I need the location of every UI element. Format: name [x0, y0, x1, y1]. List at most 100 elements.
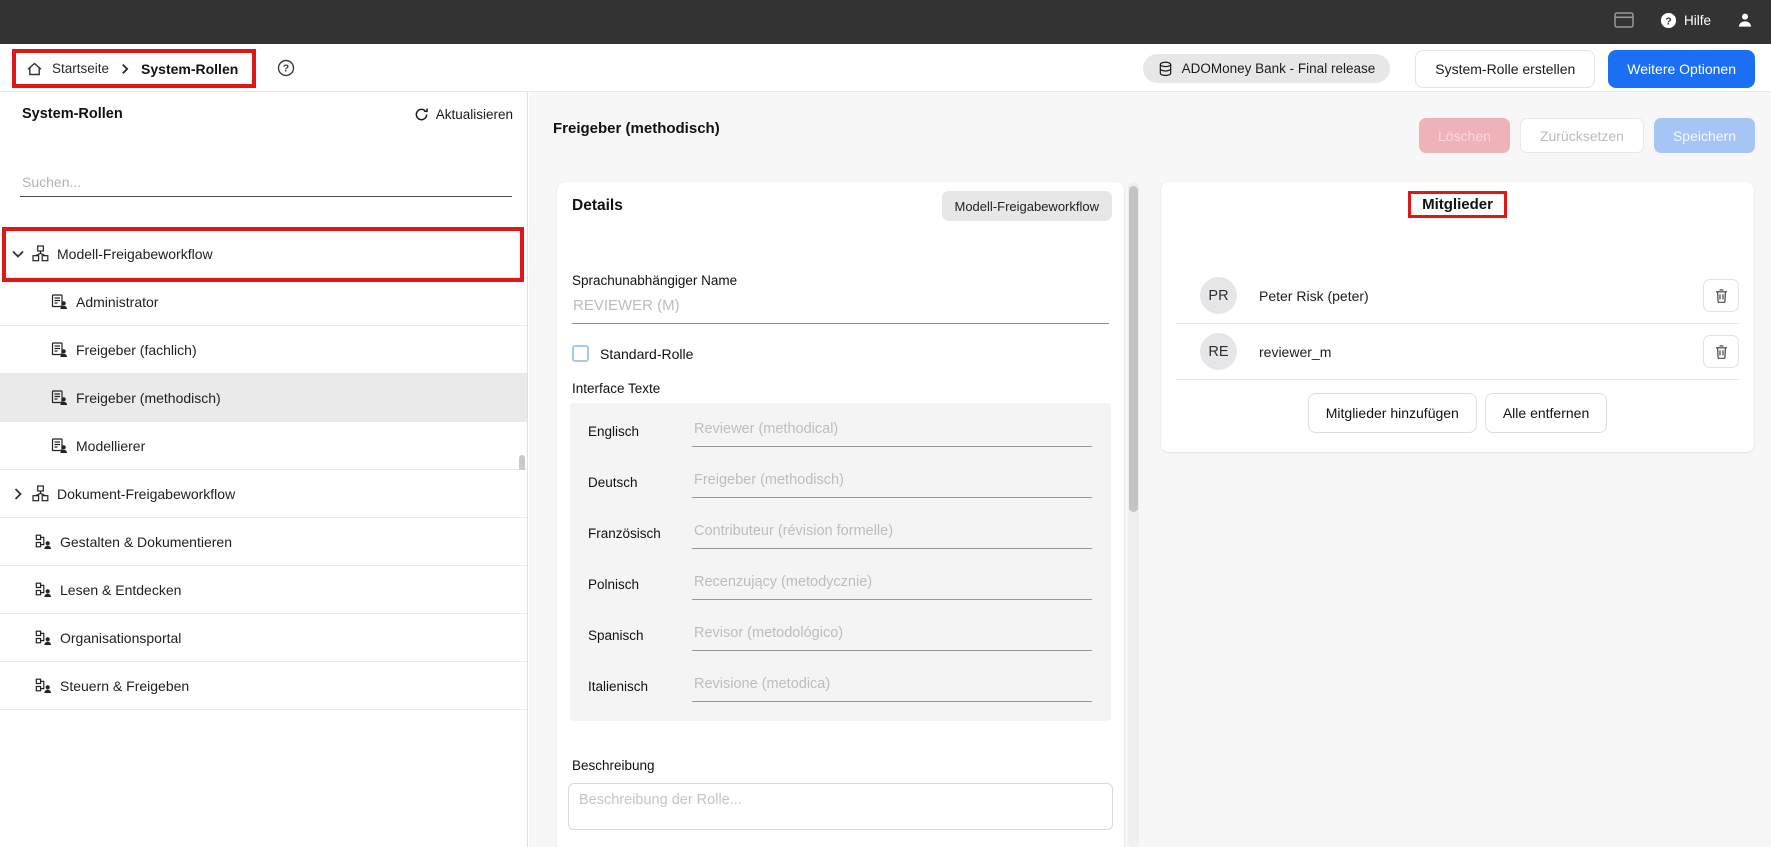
role-icon — [51, 341, 68, 358]
chevron-right-icon[interactable] — [10, 486, 28, 502]
tree-item-label: Modellierer — [76, 437, 146, 454]
topbar: ? Hilfe — [0, 0, 1771, 44]
window-icon[interactable] — [1614, 12, 1634, 28]
standard-role-checkbox[interactable] — [572, 345, 589, 362]
database-icon — [1158, 61, 1173, 77]
org-role-icon — [35, 533, 52, 550]
workflow-chip: Modell-Freigabeworkflow — [941, 191, 1112, 221]
tree-item-freigeber-fachlich[interactable]: Freigeber (fachlich) — [0, 326, 527, 374]
member-name: reviewer_m — [1259, 343, 1332, 360]
description-textarea[interactable] — [568, 783, 1113, 830]
tree-item-administrator[interactable]: Administrator — [0, 278, 527, 326]
member-row-reviewer-m: RE reviewer_m — [1176, 324, 1739, 380]
tree-item-label: Freigeber (fachlich) — [76, 341, 197, 358]
remove-all-members-button[interactable]: Alle entfernen — [1484, 393, 1608, 433]
tree-item-dokument-freigabeworkflow[interactable]: Dokument-Freigabeworkflow — [0, 470, 527, 518]
remove-member-button[interactable] — [1703, 335, 1739, 368]
org-role-icon — [35, 581, 52, 598]
language-input-polnisch[interactable] — [692, 569, 1092, 600]
help-menu[interactable]: ? Hilfe — [1660, 12, 1711, 29]
breadcrumb: Startseite System-Rollen — [12, 49, 257, 88]
language-label: Französisch — [588, 526, 661, 541]
description-label: Beschreibung — [572, 758, 655, 773]
svg-text:?: ? — [1665, 16, 1671, 27]
tree-item-label: Administrator — [76, 293, 159, 310]
language-input-spanisch[interactable] — [692, 620, 1092, 651]
language-row-italienisch: Italienisch — [570, 661, 1111, 712]
role-tree: Modell-Freigabeworkflow Administrator Frei… — [0, 227, 527, 710]
remove-member-button[interactable] — [1703, 279, 1739, 312]
tree-item-gestalten-dokumentieren[interactable]: Gestalten & Dokumentieren — [0, 518, 527, 566]
avatar: PR — [1200, 277, 1237, 314]
language-input-englisch[interactable] — [692, 416, 1092, 447]
page-help-icon[interactable]: ? — [277, 59, 295, 82]
delete-button[interactable]: Löschen — [1418, 118, 1510, 153]
tree-item-lesen-entdecken[interactable]: Lesen & Entdecken — [0, 566, 527, 614]
tree-item-label: Dokument-Freigabeworkflow — [57, 485, 236, 502]
tree-item-steuern-freigeben[interactable]: Steuern & Freigeben — [0, 662, 527, 710]
details-scrollbar-thumb[interactable] — [1129, 186, 1138, 512]
search-input[interactable] — [20, 168, 512, 197]
details-scrollbar-track[interactable] — [1128, 182, 1139, 847]
refresh-label: Aktualisieren — [435, 106, 513, 122]
language-row-deutsch: Deutsch — [570, 457, 1111, 508]
tree-item-freigeber-methodisch[interactable]: Freigeber (methodisch) — [0, 374, 527, 422]
trash-icon — [1714, 288, 1729, 304]
workflow-icon — [32, 485, 49, 502]
language-row-englisch: Englisch — [570, 406, 1111, 457]
tree-item-organisationsportal[interactable]: Organisationsportal — [0, 614, 527, 662]
avatar: RE — [1200, 333, 1237, 370]
language-label: Polnisch — [588, 577, 640, 592]
help-circle-icon: ? — [1660, 12, 1677, 29]
tree-item-label: Gestalten & Dokumentieren — [60, 533, 232, 550]
standard-role-label: Standard-Rolle — [600, 345, 694, 362]
member-row-peter-risk-peter: PR Peter Risk (peter) — [1176, 268, 1739, 324]
org-role-icon — [35, 629, 52, 646]
more-options-button[interactable]: Weitere Optionen — [1608, 49, 1755, 88]
tree-item-label: Organisationsportal — [60, 629, 182, 646]
role-icon — [51, 437, 68, 454]
language-independent-name-input[interactable] — [572, 293, 1109, 324]
member-name: Peter Risk (peter) — [1259, 287, 1369, 304]
breadcrumb-chevron-icon — [118, 62, 132, 76]
language-independent-name-label: Sprachunabhängiger Name — [572, 273, 738, 288]
help-label: Hilfe — [1683, 12, 1711, 28]
language-input-italienisch[interactable] — [692, 671, 1092, 702]
interface-texts-section: Englisch Deutsch Französisch Polnisch Spanis… — [570, 403, 1111, 721]
language-label: Deutsch — [588, 475, 638, 490]
sidebar-title: System-Rollen — [22, 106, 123, 122]
tree-item-modell-freigabeworkflow[interactable]: Modell-Freigabeworkflow — [0, 227, 527, 282]
repository-chip-label: ADOMoney Bank - Final release — [1181, 61, 1376, 76]
user-icon[interactable] — [1737, 12, 1753, 28]
language-input-deutsch[interactable] — [692, 467, 1092, 498]
breadcrumb-current: System-Rollen — [141, 60, 239, 77]
language-input-französisch[interactable] — [692, 518, 1092, 549]
members-card: Mitglieder PR Peter Risk (peter) RE reviewe… — [1161, 182, 1754, 452]
language-row-französisch: Französisch — [570, 508, 1111, 559]
add-members-button[interactable]: Mitglieder hinzufügen — [1307, 393, 1477, 433]
refresh-button[interactable]: Aktualisieren — [414, 107, 513, 122]
tree-item-label: Steuern & Freigeben — [60, 677, 190, 694]
language-label: Spanisch — [588, 628, 644, 643]
interface-texts-label: Interface Texte — [572, 381, 661, 396]
header: Startseite System-Rollen ? ADOMoney Bank… — [0, 44, 1771, 92]
refresh-icon — [414, 107, 429, 122]
save-button[interactable]: Speichern — [1653, 118, 1755, 153]
language-label: Englisch — [588, 424, 640, 439]
repository-chip[interactable]: ADOMoney Bank - Final release — [1142, 54, 1391, 83]
create-system-role-button[interactable]: System-Rolle erstellen — [1415, 49, 1596, 88]
role-icon — [51, 389, 68, 406]
tree-item-label: Modell-Freigabeworkflow — [57, 245, 213, 262]
breadcrumb-startseite[interactable]: Startseite — [52, 61, 109, 76]
reset-button[interactable]: Zurücksetzen — [1519, 118, 1644, 153]
language-row-polnisch: Polnisch — [570, 559, 1111, 610]
main-panel: Freigeber (methodisch) Löschen Zurückset… — [529, 92, 1771, 847]
trash-icon — [1714, 344, 1729, 360]
details-card: Details Modell-Freigabeworkflow Sprachun… — [557, 182, 1124, 847]
tree-item-modellierer[interactable]: Modellierer — [0, 422, 527, 470]
language-row-spanisch: Spanisch — [570, 610, 1111, 661]
standard-role-row: Standard-Rolle — [572, 345, 693, 362]
tree-item-label: Freigeber (methodisch) — [76, 389, 221, 406]
chevron-down-icon[interactable] — [10, 246, 28, 262]
home-icon[interactable] — [26, 61, 43, 77]
